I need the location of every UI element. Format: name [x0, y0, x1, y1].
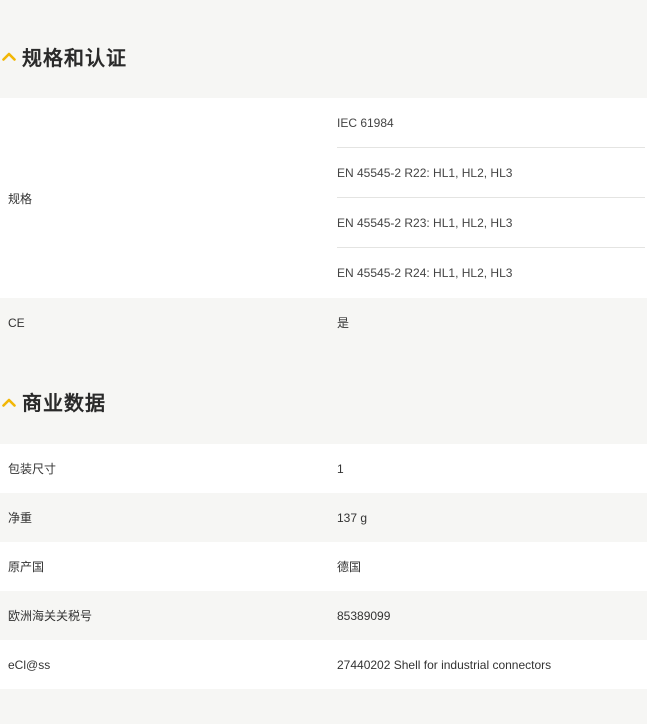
row-value: 85389099: [337, 608, 391, 623]
commercial-table: 包装尺寸 1 净重 137 g 原产国 德国 欧洲海关关税号 85389099 …: [0, 444, 647, 689]
row-value: 1: [337, 461, 344, 476]
section-title: 商业数据: [22, 393, 106, 415]
row-label: 欧洲海关关税号: [8, 609, 93, 623]
row-label: 净重: [8, 511, 33, 525]
table-row: 原产国 德国: [0, 542, 647, 591]
list-item: EN 45545-2 R23: HL1, HL2, HL3: [337, 198, 645, 248]
list-item: EN 45545-2 R22: HL1, HL2, HL3: [337, 148, 645, 198]
row-label: 原产国: [8, 560, 45, 574]
row-value: 27440202 Shell for industrial connectors: [337, 657, 552, 672]
chevron-up-icon: [2, 49, 16, 63]
specs-table: 规格 IEC 61984 EN 45545-2 R22: HL1, HL2, H…: [0, 98, 647, 347]
table-row: 规格 IEC 61984 EN 45545-2 R22: HL1, HL2, H…: [0, 98, 647, 298]
row-value: 137 g: [337, 510, 368, 525]
chevron-up-icon: [2, 395, 16, 409]
row-label: CE: [8, 315, 25, 330]
table-row: CE 是: [0, 298, 647, 347]
table-row: 净重 137 g: [0, 493, 647, 542]
list-item: EN 45545-2 R24: HL1, HL2, HL3: [337, 266, 513, 280]
standards-list: IEC 61984 EN 45545-2 R22: HL1, HL2, HL3 …: [337, 98, 647, 298]
section-header-commercial[interactable]: 商业数据: [0, 347, 647, 444]
row-label: 规格: [8, 191, 33, 206]
row-label: eCl@ss: [8, 657, 51, 672]
row-value: 是: [337, 316, 350, 330]
row-value: 德国: [337, 560, 362, 574]
section-header-specs[interactable]: 规格和认证: [0, 0, 647, 98]
table-row: 包装尺寸 1: [0, 444, 647, 493]
section-title: 规格和认证: [22, 47, 127, 70]
table-row: 欧洲海关关税号 85389099: [0, 591, 647, 640]
list-item: IEC 61984: [337, 98, 645, 148]
row-label: 包装尺寸: [8, 462, 57, 476]
table-row: eCl@ss 27440202 Shell for industrial con…: [0, 640, 647, 689]
page-bottom-spacer: [0, 689, 647, 724]
